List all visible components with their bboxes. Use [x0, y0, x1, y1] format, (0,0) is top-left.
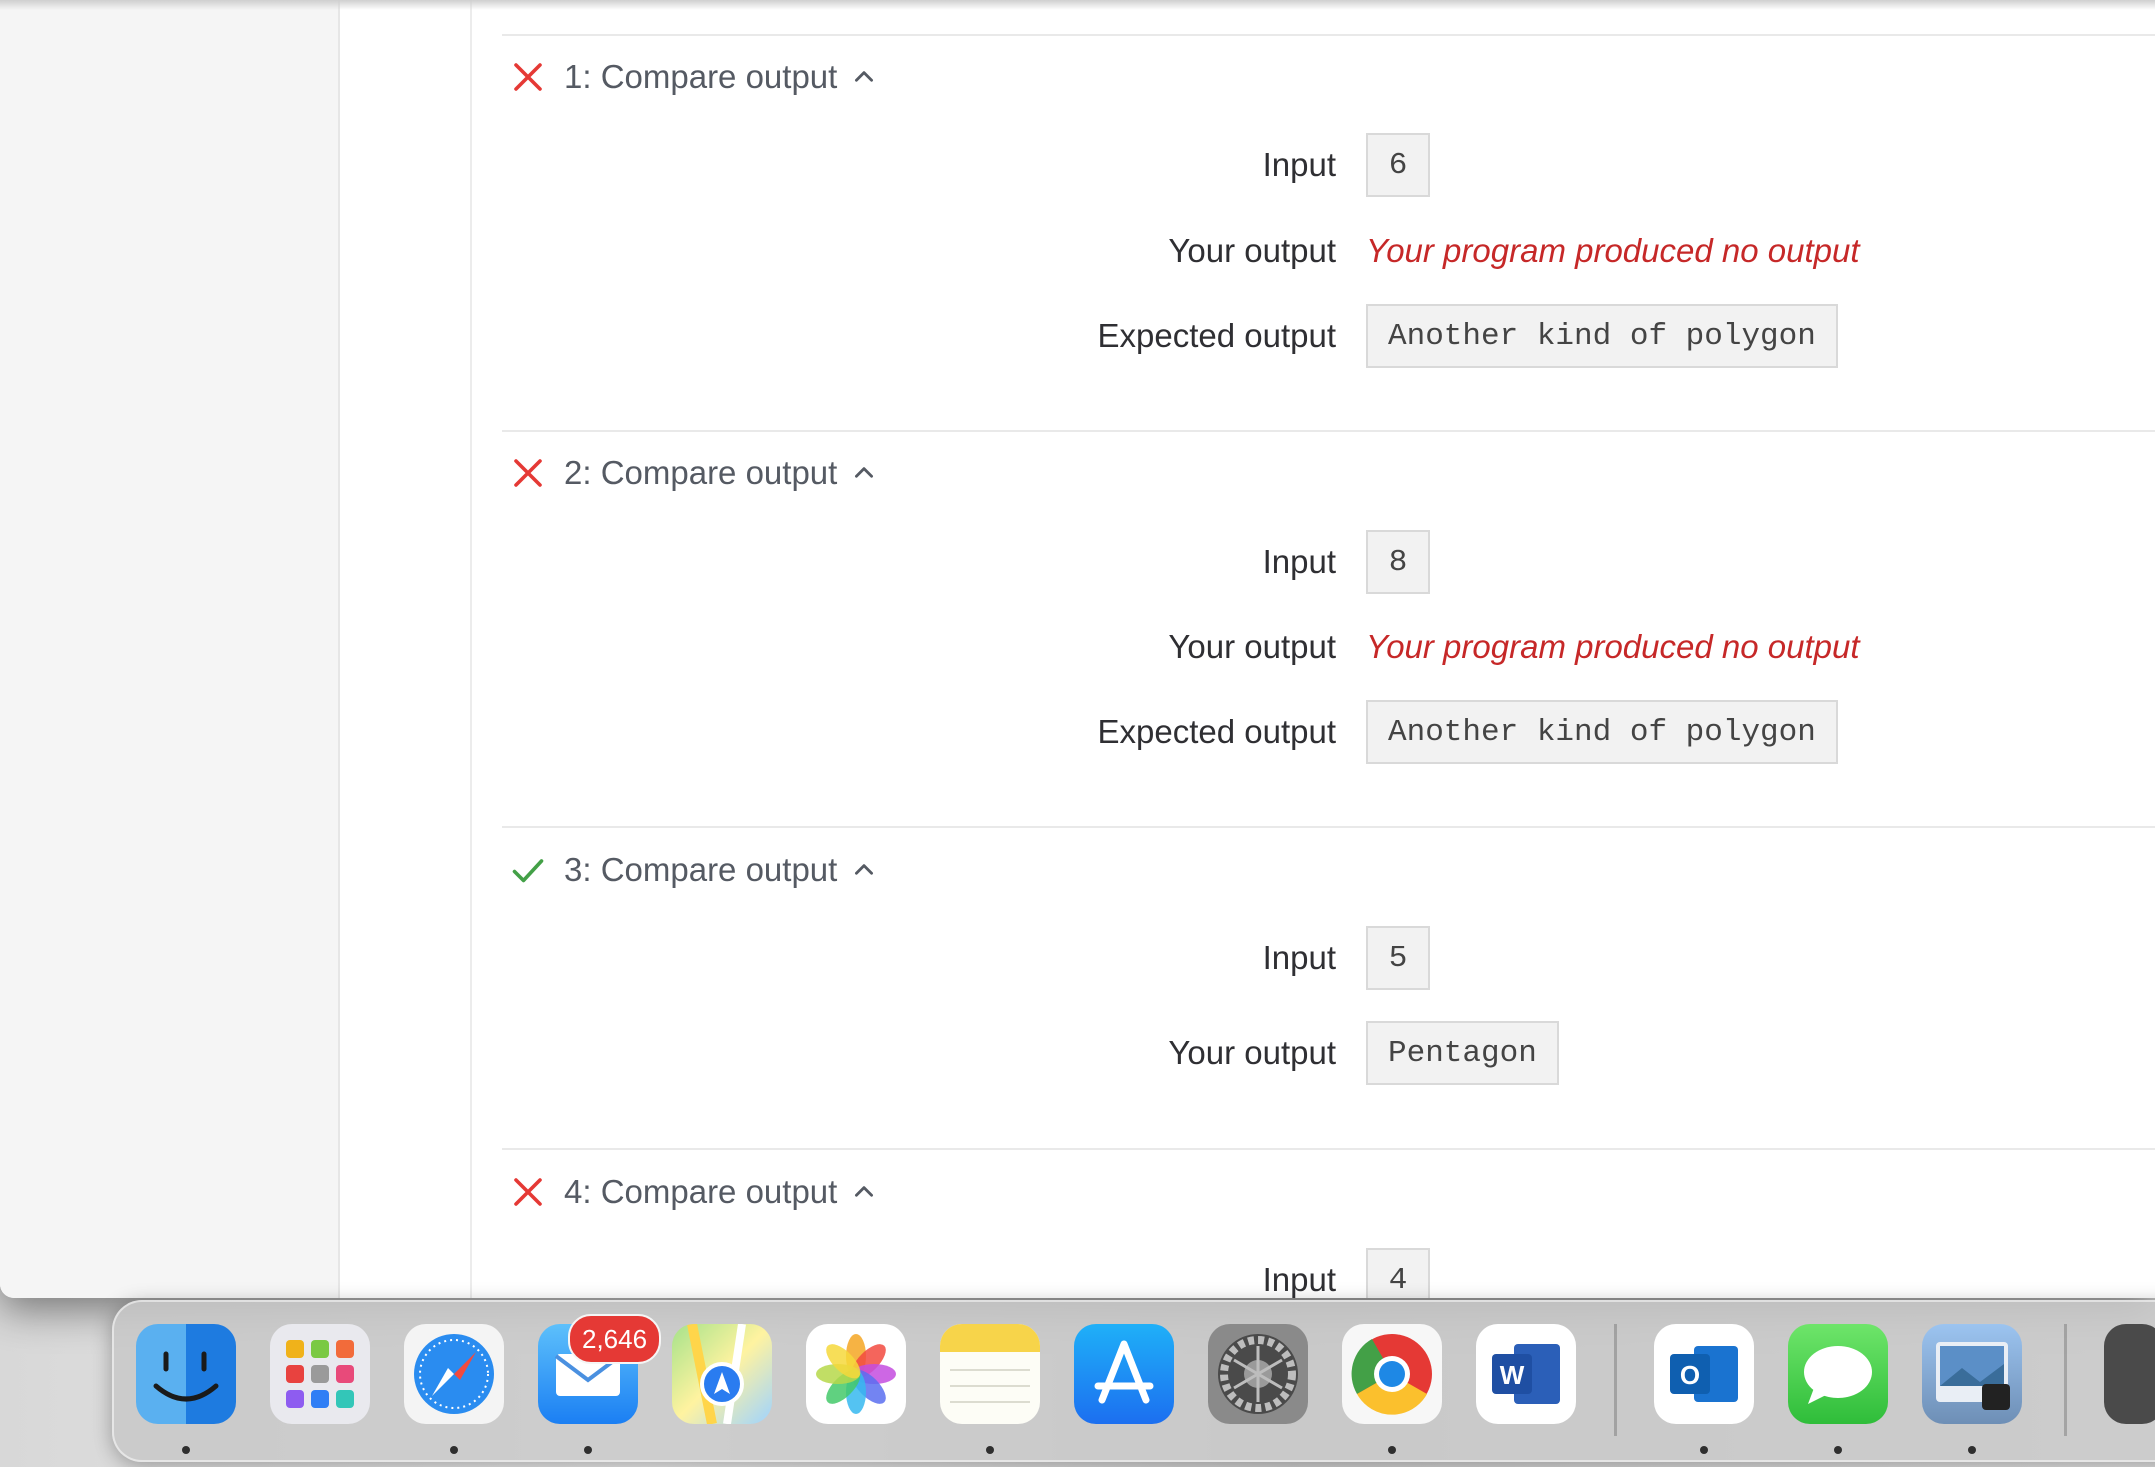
expected-output-label: Expected output — [1097, 713, 1336, 750]
input-label: Input — [1262, 146, 1336, 183]
input-row: Input 6 — [502, 132, 2155, 198]
chevron-up-icon[interactable] — [851, 460, 877, 486]
your-output-label: Your output — [1168, 232, 1336, 269]
app-store-icon[interactable] — [1074, 1324, 1174, 1424]
finder-icon[interactable] — [136, 1324, 236, 1424]
your-output-row: Your output Your program produced no out… — [502, 614, 2155, 680]
notes-icon[interactable] — [940, 1324, 1040, 1424]
running-indicator — [986, 1446, 994, 1454]
test-4-header[interactable]: 4: Compare output — [506, 1167, 877, 1217]
dock: 2,646 W O — [112, 1300, 2155, 1462]
test-title: 4: Compare output — [564, 1173, 838, 1210]
input-value: 6 — [1366, 133, 1430, 197]
input-row: Input 5 — [502, 925, 2155, 991]
fail-x-icon — [506, 1170, 550, 1214]
outlook-icon[interactable]: O — [1654, 1324, 1754, 1424]
expected-output-label: Expected output — [1097, 317, 1336, 354]
mail-unread-badge: 2,646 — [568, 1314, 662, 1364]
running-indicator — [584, 1446, 592, 1454]
maps-icon[interactable] — [672, 1324, 772, 1424]
expected-output-row: Expected output Another kind of polygon — [502, 699, 2155, 765]
your-output-label: Your output — [1168, 1034, 1336, 1071]
input-row: Input 4 — [502, 1247, 2155, 1298]
input-label: Input — [1262, 543, 1336, 580]
test-divider — [502, 34, 2155, 36]
running-indicator — [1968, 1446, 1976, 1454]
input-label: Input — [1262, 939, 1336, 976]
input-row: Input 8 — [502, 529, 2155, 595]
expected-output-value: Another kind of polygon — [1366, 304, 1838, 368]
left-sidebar — [0, 0, 340, 1298]
word-icon[interactable]: W — [1476, 1324, 1576, 1424]
input-value: 4 — [1366, 1248, 1430, 1298]
dock-divider — [2064, 1324, 2067, 1436]
svg-text:W: W — [1500, 1360, 1525, 1390]
test-results-panel: 1: Compare output Input 6 Your output Yo… — [502, 0, 2155, 1298]
expected-output-value: Another kind of polygon — [1366, 700, 1838, 764]
test-divider — [502, 826, 2155, 828]
content-gutter — [340, 0, 472, 1298]
chevron-up-icon[interactable] — [851, 857, 877, 883]
test-1-header[interactable]: 1: Compare output — [506, 52, 877, 102]
input-value: 8 — [1366, 530, 1430, 594]
your-output-value: Pentagon — [1366, 1021, 1559, 1085]
system-preferences-icon[interactable] — [1208, 1324, 1308, 1424]
launchpad-icon[interactable] — [270, 1324, 370, 1424]
test-3-header[interactable]: 3: Compare output — [506, 845, 877, 895]
test-title: 1: Compare output — [564, 58, 838, 95]
safari-icon[interactable] — [404, 1324, 504, 1424]
pass-check-icon — [506, 848, 550, 892]
running-indicator — [1388, 1446, 1396, 1454]
downloads-stack-icon[interactable] — [2104, 1324, 2155, 1424]
test-divider — [502, 1148, 2155, 1150]
no-output-message: Your program produced no output — [1366, 232, 1860, 269]
input-value: 5 — [1366, 926, 1430, 990]
your-output-row: Your output Your program produced no out… — [502, 218, 2155, 284]
chevron-up-icon[interactable] — [851, 64, 877, 90]
svg-text:O: O — [1680, 1360, 1700, 1390]
preview-icon[interactable] — [1922, 1324, 2022, 1424]
test-title: 3: Compare output — [564, 851, 838, 888]
expected-output-row: Expected output Another kind of polygon — [502, 303, 2155, 369]
browser-window: 1: Compare output Input 6 Your output Yo… — [0, 0, 2155, 1298]
photos-icon[interactable] — [806, 1324, 906, 1424]
running-indicator — [1834, 1446, 1842, 1454]
test-2-header[interactable]: 2: Compare output — [506, 448, 877, 498]
running-indicator — [1700, 1446, 1708, 1454]
fail-x-icon — [506, 55, 550, 99]
test-divider — [502, 430, 2155, 432]
running-indicator — [450, 1446, 458, 1454]
your-output-row: Your output Pentagon — [502, 1020, 2155, 1086]
chrome-icon[interactable] — [1342, 1324, 1442, 1424]
dock-divider — [1614, 1324, 1617, 1436]
your-output-label: Your output — [1168, 628, 1336, 665]
messages-icon[interactable] — [1788, 1324, 1888, 1424]
chevron-up-icon[interactable] — [851, 1179, 877, 1205]
no-output-message: Your program produced no output — [1366, 628, 1860, 665]
fail-x-icon — [506, 451, 550, 495]
running-indicator — [182, 1446, 190, 1454]
test-title: 2: Compare output — [564, 454, 838, 491]
input-label: Input — [1262, 1261, 1336, 1298]
